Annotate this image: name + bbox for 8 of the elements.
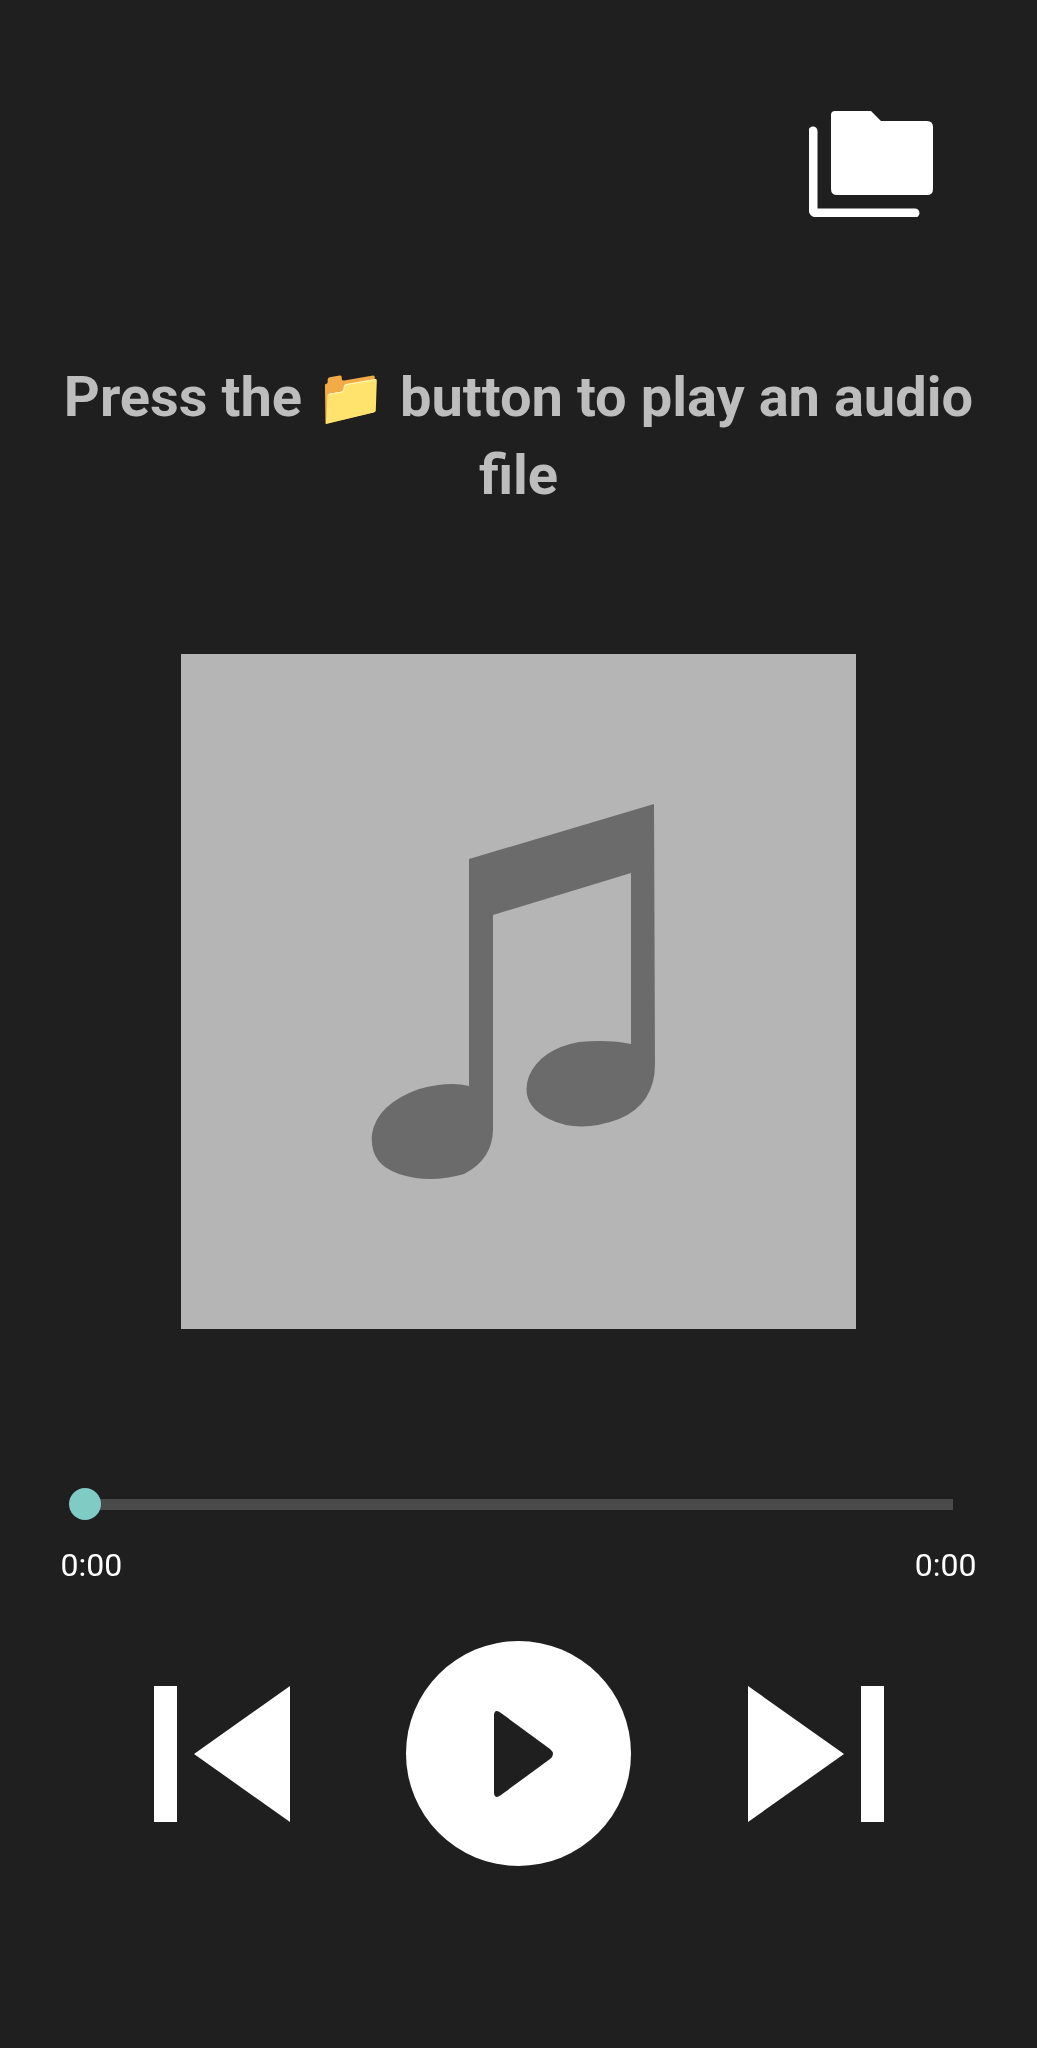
skip-previous-icon [153,1685,290,1822]
total-time: 0:00 [914,1545,977,1586]
next-button[interactable] [747,1685,884,1822]
elapsed-time: 0:00 [60,1545,123,1586]
instruction-text: Press the 📁 button to play an audio file [63,363,974,510]
previous-button[interactable] [153,1685,290,1822]
skip-next-icon [747,1685,884,1822]
folders-icon [809,109,935,217]
